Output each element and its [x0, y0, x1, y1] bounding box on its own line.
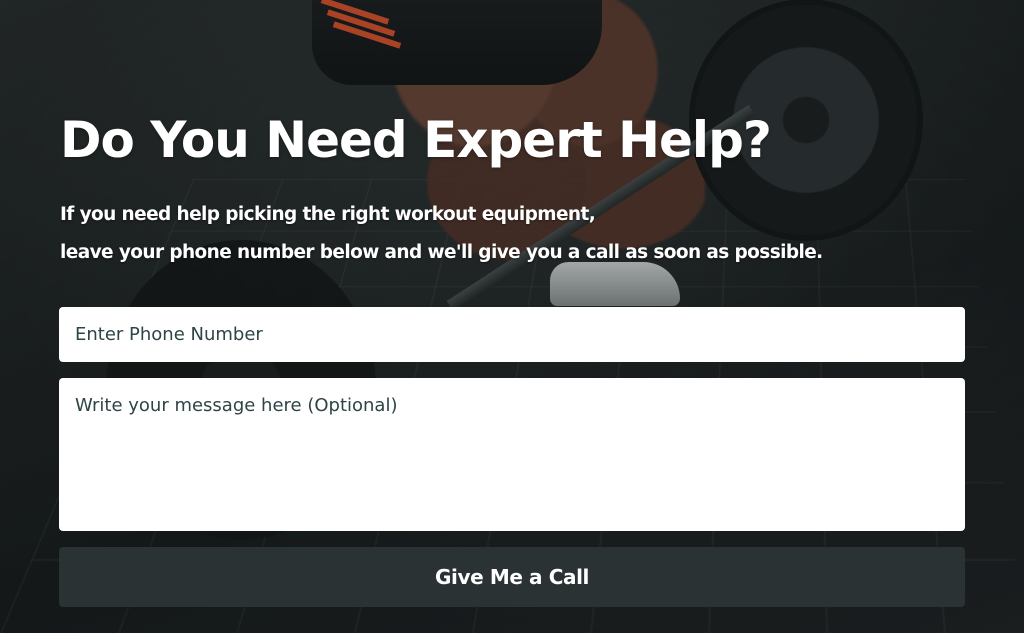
- callback-modal: Do You Need Expert Help? If you need hel…: [0, 0, 1024, 633]
- close-icon[interactable]: [976, 10, 1012, 46]
- modal-description: If you need help picking the right worko…: [60, 196, 823, 272]
- description-line-2: leave your phone number below and we'll …: [60, 242, 823, 263]
- phone-number-input[interactable]: [59, 307, 965, 362]
- description-line-1: If you need help picking the right worko…: [60, 204, 596, 225]
- give-me-a-call-button[interactable]: Give Me a Call: [59, 547, 965, 607]
- modal-heading: Do You Need Expert Help?: [60, 111, 772, 169]
- message-textarea[interactable]: [59, 378, 965, 531]
